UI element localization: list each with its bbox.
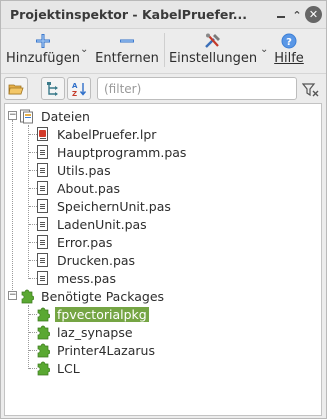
package-icon xyxy=(36,306,51,322)
package-icon xyxy=(36,342,51,358)
package-label: Printer4Lazarus xyxy=(57,342,155,358)
tree-item-printer4lazarus[interactable]: Printer4Lazarus xyxy=(36,341,157,359)
help-button[interactable]: ? Hilfe xyxy=(273,33,305,69)
sort-az-icon: AZ xyxy=(72,82,87,97)
file-label: KabelPruefer.lpr xyxy=(57,126,157,142)
tree-connector xyxy=(12,120,13,300)
file-label: Hauptprogramm.pas xyxy=(57,144,187,160)
open-package-button[interactable] xyxy=(4,77,28,100)
minus-icon xyxy=(119,33,135,49)
maximize-button[interactable]: ⌃ xyxy=(289,7,305,23)
filter-clear-icon xyxy=(302,83,319,97)
package-icon xyxy=(36,360,51,376)
remove-button[interactable]: Entfernen xyxy=(95,33,159,69)
packages-group-label: Benötigte Packages xyxy=(41,288,165,304)
file-icon xyxy=(36,270,50,286)
settings-dropdown-chevron-icon[interactable]: ⌄ xyxy=(260,44,268,55)
add-button[interactable]: Hinzufügen xyxy=(5,33,81,69)
toolbar-separator xyxy=(164,33,165,67)
help-button-label: Hilfe xyxy=(274,51,304,66)
file-label: SpeichernUnit.pas xyxy=(57,198,171,214)
project-tree[interactable]: − Dateien KabelPruefer.lpr Hauptprogramm… xyxy=(4,103,322,416)
project-inspector-window: Projektinspektor - KabelPruefer... ⌃ ✕ H… xyxy=(0,0,327,419)
svg-text:A: A xyxy=(72,82,78,90)
minimize-button[interactable] xyxy=(273,7,289,23)
tree-item-about-pas[interactable]: About.pas xyxy=(36,179,122,197)
lpr-file-icon xyxy=(36,126,50,142)
file-icon xyxy=(36,216,50,232)
file-icon xyxy=(36,144,50,160)
folder-open-icon xyxy=(8,84,24,94)
tools-icon xyxy=(204,33,222,49)
add-dropdown-chevron-icon[interactable]: ⌄ xyxy=(80,44,88,55)
tree-item-mess-pas[interactable]: mess.pas xyxy=(36,269,118,287)
package-label: LCL xyxy=(57,360,80,376)
plus-icon xyxy=(35,33,51,49)
file-label: Drucken.pas xyxy=(57,252,136,268)
file-label: Error.pas xyxy=(57,234,113,250)
tree-item-drucken-pas[interactable]: Drucken.pas xyxy=(36,251,137,269)
clear-filter-button[interactable] xyxy=(302,81,320,99)
remove-button-label: Entfernen xyxy=(95,51,159,66)
files-expander[interactable]: − xyxy=(8,111,17,120)
tree-item-fpvectorialpkg[interactable]: fpvectorialpkg xyxy=(36,305,149,323)
file-icon xyxy=(36,252,50,268)
tree-connector xyxy=(28,125,29,279)
svg-text:?: ? xyxy=(286,37,292,48)
settings-button-label: Einstellungen xyxy=(168,51,258,66)
package-label: laz_synapse xyxy=(57,324,133,340)
file-icon xyxy=(36,234,50,250)
filter-input[interactable] xyxy=(97,77,297,100)
filter-bar: AZ xyxy=(1,73,326,103)
settings-button[interactable]: Einstellungen xyxy=(168,33,258,69)
file-icon xyxy=(36,162,50,178)
tree-item-error-pas[interactable]: Error.pas xyxy=(36,233,114,251)
file-label: mess.pas xyxy=(57,270,116,286)
svg-text:Z: Z xyxy=(72,90,77,97)
tree-item-lcl[interactable]: LCL xyxy=(36,359,82,377)
tree-item-laz-synapse[interactable]: laz_synapse xyxy=(36,323,135,341)
help-icon: ? xyxy=(281,33,297,49)
files-group[interactable]: Dateien xyxy=(20,107,92,125)
package-group-icon xyxy=(20,288,35,304)
tree-view-button[interactable] xyxy=(41,77,65,100)
files-group-label: Dateien xyxy=(41,108,90,124)
tree-item-hauptprogramm-pas[interactable]: Hauptprogramm.pas xyxy=(36,143,188,161)
close-button[interactable]: ✕ xyxy=(305,6,322,23)
file-icon xyxy=(36,180,50,196)
tree-item-speichernunit-pas[interactable]: SpeichernUnit.pas xyxy=(36,197,173,215)
file-label: Utils.pas xyxy=(57,162,111,178)
toolbar: Hinzufügen ⌄ Entfernen Einstellungen ⌄ ?… xyxy=(1,29,326,72)
packages-group[interactable]: Benötigte Packages xyxy=(20,287,166,305)
sort-alphabetically-button[interactable]: AZ xyxy=(67,77,91,100)
file-label: LadenUnit.pas xyxy=(57,216,147,232)
tree-item-ladenunit-pas[interactable]: LadenUnit.pas xyxy=(36,215,149,233)
files-folder-icon xyxy=(20,108,34,124)
title-bar[interactable]: Projektinspektor - KabelPruefer... ⌃ ✕ xyxy=(1,1,326,29)
packages-expander[interactable]: − xyxy=(8,291,17,300)
add-button-label: Hinzufügen xyxy=(6,51,80,66)
file-label: About.pas xyxy=(57,180,121,196)
package-icon xyxy=(36,324,51,340)
tree-item-kabelpruefer-lpr[interactable]: KabelPruefer.lpr xyxy=(36,125,158,143)
tree-structure-icon xyxy=(47,81,58,96)
tree-item-utils-pas[interactable]: Utils.pas xyxy=(36,161,113,179)
package-label: fpvectorialpkg xyxy=(55,306,149,322)
window-title: Projektinspektor - KabelPruefer... xyxy=(10,7,248,22)
file-icon xyxy=(36,198,50,214)
